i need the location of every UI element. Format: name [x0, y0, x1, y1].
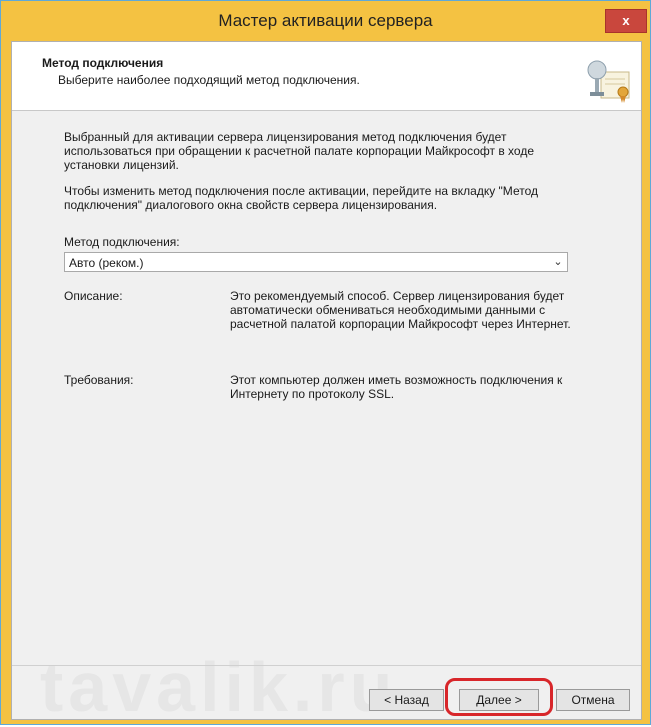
window-title: Мастер активации сервера: [218, 11, 433, 30]
watermark: tavalik.ru: [40, 648, 398, 726]
method-label: Метод подключения:: [64, 235, 180, 249]
page-title: Метод подключения: [42, 56, 164, 70]
button-separator: [12, 665, 641, 666]
change-method-paragraph: Чтобы изменить метод подключения после а…: [64, 184, 538, 212]
title-bar: Мастер активации сервера x: [1, 1, 650, 41]
certificate-icon: [587, 60, 630, 103]
wizard-header: Метод подключения Выберите наиболее подх…: [12, 42, 641, 111]
description-label: Описание:: [64, 289, 123, 303]
wizard-window: Мастер активации сервера x Метод подключ…: [0, 0, 651, 726]
requirements-text: Этот компьютер должен иметь возможность …: [230, 373, 563, 401]
next-button-highlight: [445, 678, 553, 716]
requirements-label: Требования:: [64, 373, 134, 387]
connection-method-value: Авто (реком.): [69, 256, 144, 270]
intro-paragraph: Выбранный для активации сервера лицензир…: [64, 130, 535, 172]
close-button[interactable]: x: [605, 9, 647, 33]
description-text: Это рекомендуемый способ. Сервер лицензи…: [230, 289, 571, 331]
description-body: Выбранный для активации сервера лицензир…: [64, 130, 584, 224]
page-subtitle: Выберите наиболее подходящий метод подкл…: [58, 73, 360, 87]
wizard-client-area: Метод подключения Выберите наиболее подх…: [11, 41, 642, 726]
back-button[interactable]: < Назад: [369, 689, 444, 711]
cancel-button[interactable]: Отмена: [556, 689, 630, 711]
chevron-down-icon[interactable]: ⌄: [552, 255, 564, 269]
connection-method-select[interactable]: Авто (реком.) ⌄: [64, 252, 568, 272]
